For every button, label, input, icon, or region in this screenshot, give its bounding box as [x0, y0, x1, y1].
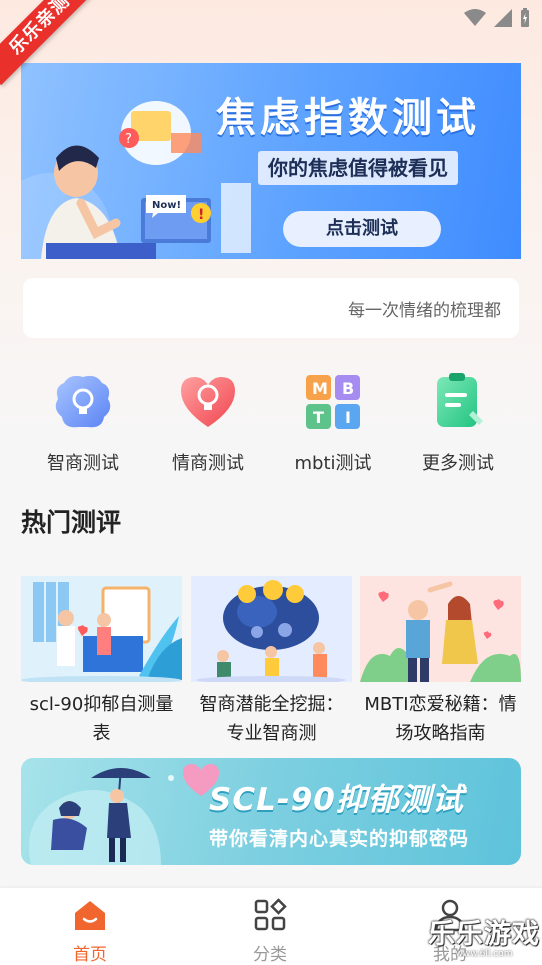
banner-bottom-subtitle: 带你看清内心真实的抑郁密码: [209, 828, 470, 850]
status-bar: [0, 0, 542, 36]
tab-home[interactable]: 首页: [45, 898, 135, 965]
card-illustration-couple: [360, 576, 521, 682]
section-title-hot: 热门测评: [21, 508, 122, 537]
svg-text:!: !: [198, 207, 204, 223]
tab-label: 分类: [253, 945, 287, 965]
card-thumbnail: [360, 576, 521, 682]
anxiety-test-banner[interactable]: ? ! Now! 焦虑指数测试 你的焦虑值得被看见 点击测试: [21, 63, 521, 259]
brain-icon: [55, 375, 111, 428]
category-more-tests[interactable]: 更多测试: [403, 365, 513, 475]
category-mbti-test[interactable]: M B T I mbti测试: [278, 365, 388, 475]
category-row: 智商测试 情商测试 M B T I mbti测试 更多测试: [0, 365, 542, 475]
tab-category[interactable]: 分类: [225, 898, 315, 965]
banner-bottom-illustration: [29, 767, 174, 865]
category-label: 智商测试: [47, 453, 119, 474]
status-icons: [464, 8, 530, 28]
watermark-text: 乐乐游戏: [428, 919, 540, 950]
card-illustration-doctor: [21, 576, 182, 682]
wifi-icon: [464, 9, 486, 26]
site-watermark: 乐乐游戏 www.6ll.com: [428, 912, 540, 962]
scl90-test-banner[interactable]: SCL-90抑郁测试 带你看清内心真实的抑郁密码: [21, 758, 521, 865]
card-illustration-brain: [191, 576, 352, 682]
category-label: mbti测试: [294, 453, 372, 474]
mbti-grid-icon: M B T I: [306, 375, 360, 429]
notepad-icon: [437, 373, 483, 427]
svg-text:Now!: Now!: [152, 200, 181, 211]
card-title: 智商潜能全挖掘：专业智商测: [199, 694, 344, 744]
banner-title: 焦虑指数测试: [216, 95, 480, 141]
heart-bulb-icon: [181, 377, 235, 427]
start-test-button[interactable]: 点击测试: [283, 211, 441, 247]
category-label: 更多测试: [422, 453, 494, 474]
category-iq-test[interactable]: 智商测试: [28, 365, 138, 475]
test-card[interactable]: MBTI恋爱秘籍：情场攻略指南: [360, 576, 521, 750]
category-label: 情商测试: [172, 453, 244, 474]
test-card[interactable]: scl-90抑郁自测量表: [21, 576, 182, 750]
category-eq-test[interactable]: 情商测试: [153, 365, 263, 475]
svg-text:M: M: [312, 379, 328, 398]
banner-subtitle: 你的焦虑值得被看见: [258, 151, 458, 185]
tab-label: 首页: [73, 945, 107, 965]
card-title: MBTI恋爱秘籍：情场攻略指南: [364, 694, 517, 744]
card-title: scl-90抑郁自测量表: [29, 694, 174, 744]
hot-test-list: scl-90抑郁自测量表 智商潜能全挖掘：专业智商测 MBTI恋爱秘籍：情场攻略…: [21, 576, 521, 746]
svg-text:I: I: [345, 408, 351, 427]
notice-marquee: 每一次情绪的梳理都: [23, 278, 519, 338]
svg-text:T: T: [313, 408, 324, 427]
card-thumbnail: [191, 576, 352, 682]
card-thumbnail: [21, 576, 182, 682]
svg-text:B: B: [342, 379, 354, 398]
home-icon: [75, 901, 105, 930]
battery-icon: [521, 8, 529, 27]
test-card[interactable]: 智商潜能全挖掘：专业智商测: [191, 576, 352, 750]
now-sticker: Now!: [146, 195, 186, 218]
svg-text:?: ?: [125, 132, 132, 147]
grid-icon: [254, 898, 287, 931]
notice-text: 每一次情绪的梳理都: [348, 301, 501, 321]
banner-bottom-title: SCL-90抑郁测试: [209, 782, 464, 818]
signal-icon: [494, 9, 512, 27]
